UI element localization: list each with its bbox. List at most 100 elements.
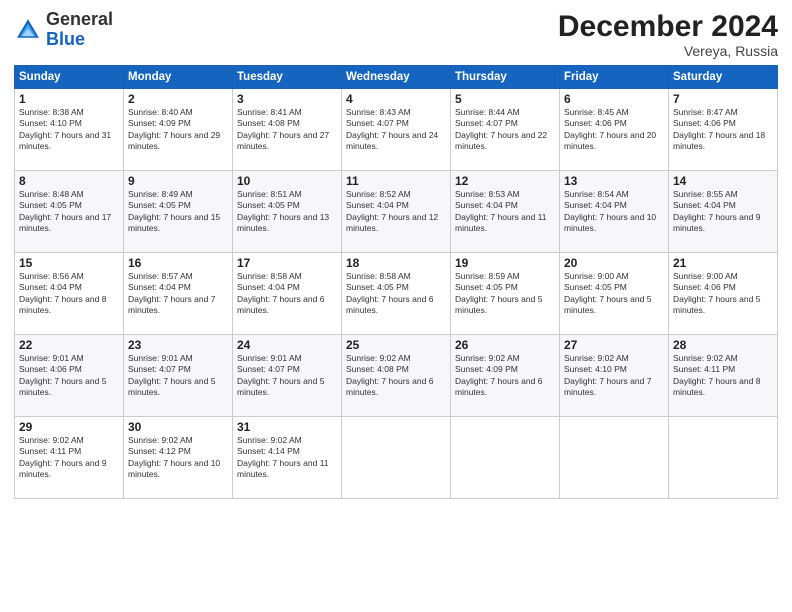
table-row xyxy=(342,417,451,499)
day-detail: Sunrise: 9:02 AMSunset: 4:11 PMDaylight:… xyxy=(19,435,106,479)
table-row: 7 Sunrise: 8:47 AMSunset: 4:06 PMDayligh… xyxy=(669,89,778,171)
header: General Blue December 2024 Vereya, Russi… xyxy=(14,10,778,59)
day-number: 11 xyxy=(346,174,446,188)
day-detail: Sunrise: 9:01 AMSunset: 4:07 PMDaylight:… xyxy=(237,353,324,397)
day-number: 26 xyxy=(455,338,555,352)
logo: General Blue xyxy=(14,10,113,50)
day-detail: Sunrise: 8:57 AMSunset: 4:04 PMDaylight:… xyxy=(128,271,215,315)
day-detail: Sunrise: 8:56 AMSunset: 4:04 PMDaylight:… xyxy=(19,271,106,315)
col-monday: Monday xyxy=(124,66,233,89)
calendar-week-3: 22 Sunrise: 9:01 AMSunset: 4:06 PMDaylig… xyxy=(15,335,778,417)
day-number: 31 xyxy=(237,420,337,434)
logo-text: General Blue xyxy=(46,10,113,50)
table-row: 10 Sunrise: 8:51 AMSunset: 4:05 PMDaylig… xyxy=(233,171,342,253)
day-detail: Sunrise: 9:02 AMSunset: 4:09 PMDaylight:… xyxy=(455,353,542,397)
month-title: December 2024 xyxy=(558,10,778,43)
day-detail: Sunrise: 8:58 AMSunset: 4:05 PMDaylight:… xyxy=(346,271,433,315)
table-row: 2 Sunrise: 8:40 AMSunset: 4:09 PMDayligh… xyxy=(124,89,233,171)
day-detail: Sunrise: 8:40 AMSunset: 4:09 PMDaylight:… xyxy=(128,107,220,151)
table-row: 20 Sunrise: 9:00 AMSunset: 4:05 PMDaylig… xyxy=(560,253,669,335)
day-detail: Sunrise: 8:45 AMSunset: 4:06 PMDaylight:… xyxy=(564,107,656,151)
col-thursday: Thursday xyxy=(451,66,560,89)
day-detail: Sunrise: 8:59 AMSunset: 4:05 PMDaylight:… xyxy=(455,271,542,315)
day-detail: Sunrise: 9:02 AMSunset: 4:11 PMDaylight:… xyxy=(673,353,760,397)
table-row xyxy=(451,417,560,499)
table-row: 1 Sunrise: 8:38 AMSunset: 4:10 PMDayligh… xyxy=(15,89,124,171)
logo-icon xyxy=(14,16,42,44)
day-number: 19 xyxy=(455,256,555,270)
table-row xyxy=(669,417,778,499)
day-number: 2 xyxy=(128,92,228,106)
day-number: 17 xyxy=(237,256,337,270)
day-number: 15 xyxy=(19,256,119,270)
table-row: 22 Sunrise: 9:01 AMSunset: 4:06 PMDaylig… xyxy=(15,335,124,417)
table-row: 17 Sunrise: 8:58 AMSunset: 4:04 PMDaylig… xyxy=(233,253,342,335)
day-detail: Sunrise: 8:44 AMSunset: 4:07 PMDaylight:… xyxy=(455,107,547,151)
table-row: 21 Sunrise: 9:00 AMSunset: 4:06 PMDaylig… xyxy=(669,253,778,335)
table-row: 14 Sunrise: 8:55 AMSunset: 4:04 PMDaylig… xyxy=(669,171,778,253)
table-row: 28 Sunrise: 9:02 AMSunset: 4:11 PMDaylig… xyxy=(669,335,778,417)
table-row: 25 Sunrise: 9:02 AMSunset: 4:08 PMDaylig… xyxy=(342,335,451,417)
day-detail: Sunrise: 8:47 AMSunset: 4:06 PMDaylight:… xyxy=(673,107,765,151)
day-number: 29 xyxy=(19,420,119,434)
logo-blue: Blue xyxy=(46,29,85,49)
day-detail: Sunrise: 8:54 AMSunset: 4:04 PMDaylight:… xyxy=(564,189,656,233)
col-sunday: Sunday xyxy=(15,66,124,89)
day-number: 5 xyxy=(455,92,555,106)
day-detail: Sunrise: 8:55 AMSunset: 4:04 PMDaylight:… xyxy=(673,189,760,233)
title-block: December 2024 Vereya, Russia xyxy=(558,10,778,59)
day-detail: Sunrise: 9:01 AMSunset: 4:06 PMDaylight:… xyxy=(19,353,106,397)
day-detail: Sunrise: 9:00 AMSunset: 4:05 PMDaylight:… xyxy=(564,271,651,315)
table-row: 29 Sunrise: 9:02 AMSunset: 4:11 PMDaylig… xyxy=(15,417,124,499)
day-number: 20 xyxy=(564,256,664,270)
day-detail: Sunrise: 8:49 AMSunset: 4:05 PMDaylight:… xyxy=(128,189,220,233)
day-number: 24 xyxy=(237,338,337,352)
day-detail: Sunrise: 8:51 AMSunset: 4:05 PMDaylight:… xyxy=(237,189,329,233)
day-number: 27 xyxy=(564,338,664,352)
day-detail: Sunrise: 9:00 AMSunset: 4:06 PMDaylight:… xyxy=(673,271,760,315)
calendar-week-2: 15 Sunrise: 8:56 AMSunset: 4:04 PMDaylig… xyxy=(15,253,778,335)
col-friday: Friday xyxy=(560,66,669,89)
day-number: 3 xyxy=(237,92,337,106)
day-detail: Sunrise: 8:38 AMSunset: 4:10 PMDaylight:… xyxy=(19,107,111,151)
day-detail: Sunrise: 9:01 AMSunset: 4:07 PMDaylight:… xyxy=(128,353,215,397)
day-number: 21 xyxy=(673,256,773,270)
day-detail: Sunrise: 8:41 AMSunset: 4:08 PMDaylight:… xyxy=(237,107,329,151)
day-number: 12 xyxy=(455,174,555,188)
calendar-header-row: Sunday Monday Tuesday Wednesday Thursday… xyxy=(15,66,778,89)
col-saturday: Saturday xyxy=(669,66,778,89)
table-row: 9 Sunrise: 8:49 AMSunset: 4:05 PMDayligh… xyxy=(124,171,233,253)
day-detail: Sunrise: 8:52 AMSunset: 4:04 PMDaylight:… xyxy=(346,189,438,233)
table-row: 30 Sunrise: 9:02 AMSunset: 4:12 PMDaylig… xyxy=(124,417,233,499)
table-row: 23 Sunrise: 9:01 AMSunset: 4:07 PMDaylig… xyxy=(124,335,233,417)
day-number: 10 xyxy=(237,174,337,188)
table-row: 16 Sunrise: 8:57 AMSunset: 4:04 PMDaylig… xyxy=(124,253,233,335)
table-row: 8 Sunrise: 8:48 AMSunset: 4:05 PMDayligh… xyxy=(15,171,124,253)
day-number: 8 xyxy=(19,174,119,188)
calendar-week-0: 1 Sunrise: 8:38 AMSunset: 4:10 PMDayligh… xyxy=(15,89,778,171)
table-row: 31 Sunrise: 9:02 AMSunset: 4:14 PMDaylig… xyxy=(233,417,342,499)
table-row xyxy=(560,417,669,499)
day-number: 7 xyxy=(673,92,773,106)
table-row: 3 Sunrise: 8:41 AMSunset: 4:08 PMDayligh… xyxy=(233,89,342,171)
table-row: 19 Sunrise: 8:59 AMSunset: 4:05 PMDaylig… xyxy=(451,253,560,335)
table-row: 15 Sunrise: 8:56 AMSunset: 4:04 PMDaylig… xyxy=(15,253,124,335)
day-number: 4 xyxy=(346,92,446,106)
day-number: 25 xyxy=(346,338,446,352)
day-detail: Sunrise: 9:02 AMSunset: 4:08 PMDaylight:… xyxy=(346,353,433,397)
table-row: 18 Sunrise: 8:58 AMSunset: 4:05 PMDaylig… xyxy=(342,253,451,335)
day-number: 28 xyxy=(673,338,773,352)
col-wednesday: Wednesday xyxy=(342,66,451,89)
day-number: 14 xyxy=(673,174,773,188)
day-detail: Sunrise: 9:02 AMSunset: 4:10 PMDaylight:… xyxy=(564,353,651,397)
table-row: 26 Sunrise: 9:02 AMSunset: 4:09 PMDaylig… xyxy=(451,335,560,417)
day-number: 18 xyxy=(346,256,446,270)
table-row: 5 Sunrise: 8:44 AMSunset: 4:07 PMDayligh… xyxy=(451,89,560,171)
table-row: 4 Sunrise: 8:43 AMSunset: 4:07 PMDayligh… xyxy=(342,89,451,171)
table-row: 11 Sunrise: 8:52 AMSunset: 4:04 PMDaylig… xyxy=(342,171,451,253)
col-tuesday: Tuesday xyxy=(233,66,342,89)
location: Vereya, Russia xyxy=(558,43,778,59)
page: General Blue December 2024 Vereya, Russi… xyxy=(0,0,792,612)
table-row: 12 Sunrise: 8:53 AMSunset: 4:04 PMDaylig… xyxy=(451,171,560,253)
table-row: 13 Sunrise: 8:54 AMSunset: 4:04 PMDaylig… xyxy=(560,171,669,253)
